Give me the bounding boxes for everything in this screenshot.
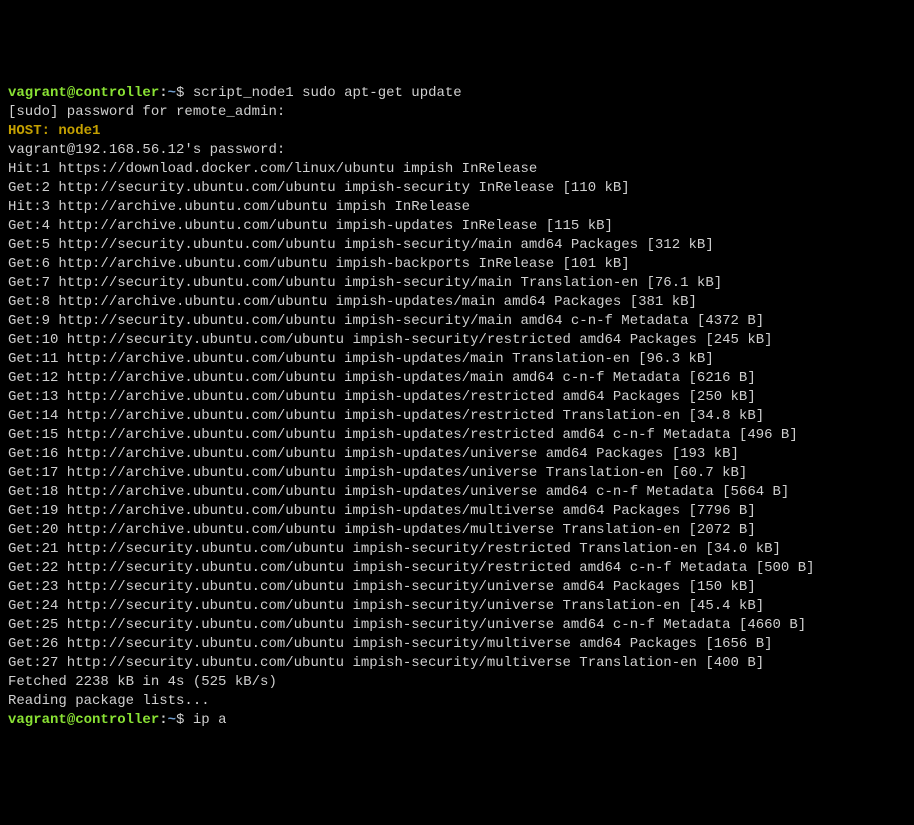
prompt-colon: : [159, 85, 167, 101]
apt-output-line: Get:11 http://archive.ubuntu.com/ubuntu … [8, 350, 906, 369]
prompt-user: vagrant [8, 85, 67, 101]
apt-output-line: Get:15 http://archive.ubuntu.com/ubuntu … [8, 426, 906, 445]
apt-output-line: Get:2 http://security.ubuntu.com/ubuntu … [8, 179, 906, 198]
prompt-colon: : [159, 712, 167, 728]
apt-output-line: Get:27 http://security.ubuntu.com/ubuntu… [8, 654, 906, 673]
command-input: script_node1 sudo apt-get update [193, 85, 462, 101]
prompt-line-2: vagrant@controller:~$ ip a [8, 711, 906, 730]
prompt-dollar: $ [176, 712, 193, 728]
prompt-at: @ [67, 85, 75, 101]
apt-output-line: Get:12 http://archive.ubuntu.com/ubuntu … [8, 369, 906, 388]
apt-output-line: Get:25 http://security.ubuntu.com/ubuntu… [8, 616, 906, 635]
apt-output-line: Get:17 http://archive.ubuntu.com/ubuntu … [8, 464, 906, 483]
apt-output-line: Get:24 http://security.ubuntu.com/ubuntu… [8, 597, 906, 616]
prompt-at: @ [67, 712, 75, 728]
apt-output-line: Get:23 http://security.ubuntu.com/ubuntu… [8, 578, 906, 597]
apt-output-line: Get:13 http://archive.ubuntu.com/ubuntu … [8, 388, 906, 407]
apt-output-line: Get:18 http://archive.ubuntu.com/ubuntu … [8, 483, 906, 502]
apt-output-line: Get:8 http://archive.ubuntu.com/ubuntu i… [8, 293, 906, 312]
apt-output-line: Get:9 http://security.ubuntu.com/ubuntu … [8, 312, 906, 331]
apt-output-line: Get:16 http://archive.ubuntu.com/ubuntu … [8, 445, 906, 464]
apt-output-line: Get:26 http://security.ubuntu.com/ubuntu… [8, 635, 906, 654]
apt-output: Hit:1 https://download.docker.com/linux/… [8, 160, 906, 673]
prompt-host: controller [75, 85, 159, 101]
prompt-user: vagrant [8, 712, 67, 728]
apt-output-line: Get:22 http://security.ubuntu.com/ubuntu… [8, 559, 906, 578]
ssh-password-prompt: vagrant@192.168.56.12's password: [8, 141, 906, 160]
apt-output-line: Get:7 http://security.ubuntu.com/ubuntu … [8, 274, 906, 293]
reading-lists: Reading package lists... [8, 692, 906, 711]
host-header: HOST: node1 [8, 122, 906, 141]
prompt-host: controller [75, 712, 159, 728]
apt-output-line: Get:4 http://archive.ubuntu.com/ubuntu i… [8, 217, 906, 236]
prompt-dollar: $ [176, 85, 193, 101]
fetched-summary: Fetched 2238 kB in 4s (525 kB/s) [8, 673, 906, 692]
prompt-line-1: vagrant@controller:~$ script_node1 sudo … [8, 84, 906, 103]
prompt-path: ~ [168, 85, 176, 101]
prompt-path: ~ [168, 712, 176, 728]
apt-output-line: Get:19 http://archive.ubuntu.com/ubuntu … [8, 502, 906, 521]
apt-output-line: Get:14 http://archive.ubuntu.com/ubuntu … [8, 407, 906, 426]
apt-output-line: Get:10 http://security.ubuntu.com/ubuntu… [8, 331, 906, 350]
command-input: ip a [193, 712, 227, 728]
sudo-password-prompt: [sudo] password for remote_admin: [8, 103, 906, 122]
apt-output-line: Get:6 http://archive.ubuntu.com/ubuntu i… [8, 255, 906, 274]
apt-output-line: Hit:3 http://archive.ubuntu.com/ubuntu i… [8, 198, 906, 217]
apt-output-line: Get:5 http://security.ubuntu.com/ubuntu … [8, 236, 906, 255]
terminal[interactable]: vagrant@controller:~$ script_node1 sudo … [8, 84, 906, 730]
apt-output-line: Get:21 http://security.ubuntu.com/ubuntu… [8, 540, 906, 559]
apt-output-line: Get:20 http://archive.ubuntu.com/ubuntu … [8, 521, 906, 540]
apt-output-line: Hit:1 https://download.docker.com/linux/… [8, 160, 906, 179]
